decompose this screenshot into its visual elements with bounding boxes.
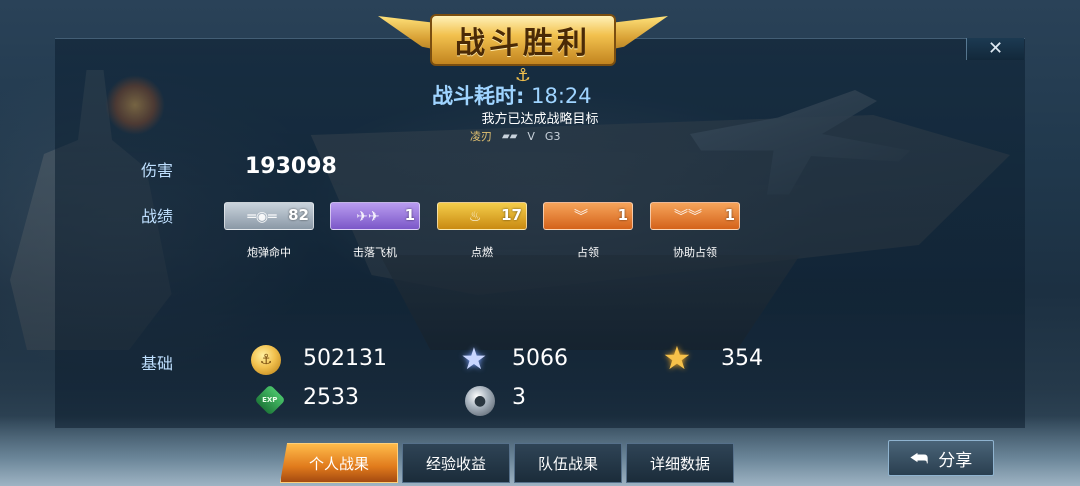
tab-label: 个人战果 xyxy=(308,454,369,473)
orbs-value: 3 xyxy=(512,385,526,410)
close-icon: ✕ xyxy=(987,38,1004,59)
achievement-count: 1 xyxy=(404,206,415,224)
shell-icon: ═◉═ xyxy=(247,209,277,225)
silver-orb-icon: ● xyxy=(465,386,495,416)
achievement-caption: 协助占领 xyxy=(673,246,717,259)
plane-down-icon: ✈✈ xyxy=(356,209,380,225)
duration-label: 战斗耗时: xyxy=(432,84,525,108)
achievement-count: 1 xyxy=(724,206,735,224)
achievement-assist-capture: ︾︾ 1 xyxy=(650,202,740,230)
achievement-caption: 点燃 xyxy=(471,246,493,259)
tab-detailed-data[interactable]: 详细数据 xyxy=(626,443,734,483)
achievement-ignite: ♨ 17 xyxy=(437,202,527,230)
achievement-planes-down: ✈✈ 1 xyxy=(330,202,420,230)
damage-label: 伤害 xyxy=(141,161,174,180)
rank-stripes-icon: ▰▰ xyxy=(502,130,518,142)
tab-label: 详细数据 xyxy=(649,454,710,473)
share-arrow-icon: ⮪ xyxy=(909,446,929,470)
chevron-assist-icon: ︾︾ xyxy=(674,209,702,225)
tab-personal-results[interactable]: 个人战果 xyxy=(280,443,398,483)
anchor-coin-icon: ⚓ xyxy=(251,345,281,375)
share-label: 分享 xyxy=(938,450,973,471)
rewards-label: 基础 xyxy=(141,354,174,373)
achievements-label: 战绩 xyxy=(141,207,174,226)
ship-name: 凌刃 xyxy=(470,130,492,143)
tab-label: 队伍战果 xyxy=(537,454,598,473)
tab-label: 经验收益 xyxy=(425,454,486,473)
exp-icon-text: EXP xyxy=(262,396,278,404)
achievement-count: 17 xyxy=(501,206,522,224)
gold-star-icon: ★ xyxy=(662,339,692,377)
ship-tier: G3 xyxy=(544,129,561,143)
ship-class: V xyxy=(527,129,535,143)
duration-value: 18:24 xyxy=(531,84,592,108)
achievement-capture: ︾ 1 xyxy=(543,202,633,230)
victory-banner: 战斗胜利 ⚓ xyxy=(378,6,668,86)
stars-value: 5066 xyxy=(512,346,568,371)
achievement-shell-hits: ═◉═ 82 xyxy=(224,202,314,230)
fire-icon: ♨ xyxy=(468,209,482,225)
tab-team-results[interactable]: 队伍战果 xyxy=(514,443,622,483)
coins-value: 502131 xyxy=(303,346,387,371)
battle-duration: 战斗耗时: 18:24 xyxy=(432,80,652,110)
achievement-caption: 占领 xyxy=(577,246,599,259)
chevron-capture-icon: ︾ xyxy=(574,209,588,225)
share-button[interactable]: ⮪ 分享 xyxy=(888,440,994,476)
tab-exp-rewards[interactable]: 经验收益 xyxy=(402,443,510,483)
achievement-count: 1 xyxy=(617,206,628,224)
goal-text: 我方已达成战略目标 xyxy=(481,112,599,127)
ship-info: 凌刃 ▰▰ V G3 xyxy=(470,128,560,144)
damage-value: 193098 xyxy=(245,154,337,179)
silver-star-icon: ★ xyxy=(460,341,488,377)
achievement-caption: 击落飞机 xyxy=(353,246,397,259)
banner-plate: 战斗胜利 xyxy=(430,14,616,66)
close-button[interactable]: ✕ xyxy=(966,38,1024,60)
gold-stars-value: 354 xyxy=(721,346,763,371)
exp-value: 2533 xyxy=(303,385,359,410)
achievement-count: 82 xyxy=(288,206,309,224)
achievement-caption: 炮弹命中 xyxy=(247,246,291,259)
victory-title: 战斗胜利 xyxy=(455,26,591,61)
